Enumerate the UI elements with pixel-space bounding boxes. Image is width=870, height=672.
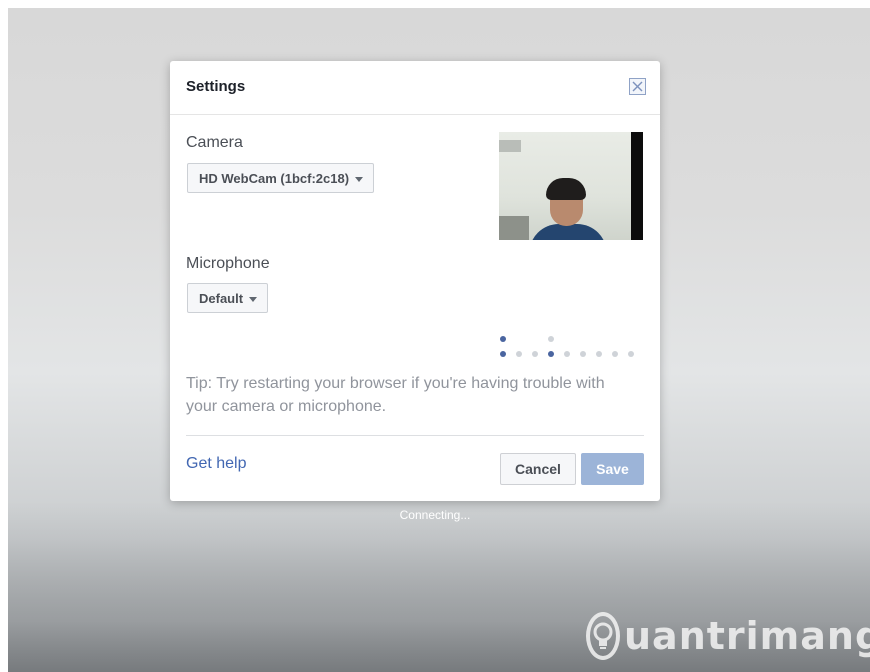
microphone-select-value: Default (199, 290, 244, 306)
lightbulb-icon (586, 612, 620, 660)
camera-label: Camera (186, 134, 243, 151)
camera-select-value: HD WebCam (1bcf:2c18) (199, 170, 350, 186)
microphone-select[interactable]: Default (187, 283, 269, 313)
watermark-text: uantrimang (624, 614, 870, 658)
level-dot (532, 351, 538, 357)
watermark: uantrimang (586, 606, 870, 666)
level-dot (596, 351, 602, 357)
level-peak-dot (548, 336, 554, 342)
level-peak-dot (500, 336, 506, 342)
connecting-status: Connecting... (399, 508, 471, 522)
microphone-label: Microphone (186, 255, 270, 272)
level-dot (628, 351, 634, 357)
dialog-title: Settings (186, 78, 246, 95)
close-button[interactable] (629, 78, 646, 95)
camera-preview (499, 132, 643, 240)
level-dot (548, 351, 554, 357)
chevron-down-icon (355, 176, 364, 182)
close-icon (632, 81, 643, 92)
tip-text: Tip: Try restarting your browser if you'… (186, 375, 605, 415)
settings-dialog: Settings Camera HD WebCam (1bcf:2c18) Mi… (170, 61, 660, 501)
save-button[interactable]: Save (581, 453, 644, 485)
level-dot (564, 351, 570, 357)
chevron-down-icon (249, 296, 258, 302)
level-dot (516, 351, 522, 357)
level-dot (500, 351, 506, 357)
dialog-header: Settings (170, 61, 660, 115)
level-dot (580, 351, 586, 357)
get-help-link[interactable]: Get help (186, 455, 246, 473)
cancel-button[interactable]: Cancel (500, 453, 576, 485)
footer-divider (186, 435, 644, 436)
level-dot (612, 351, 618, 357)
camera-select[interactable]: HD WebCam (1bcf:2c18) (187, 163, 375, 193)
